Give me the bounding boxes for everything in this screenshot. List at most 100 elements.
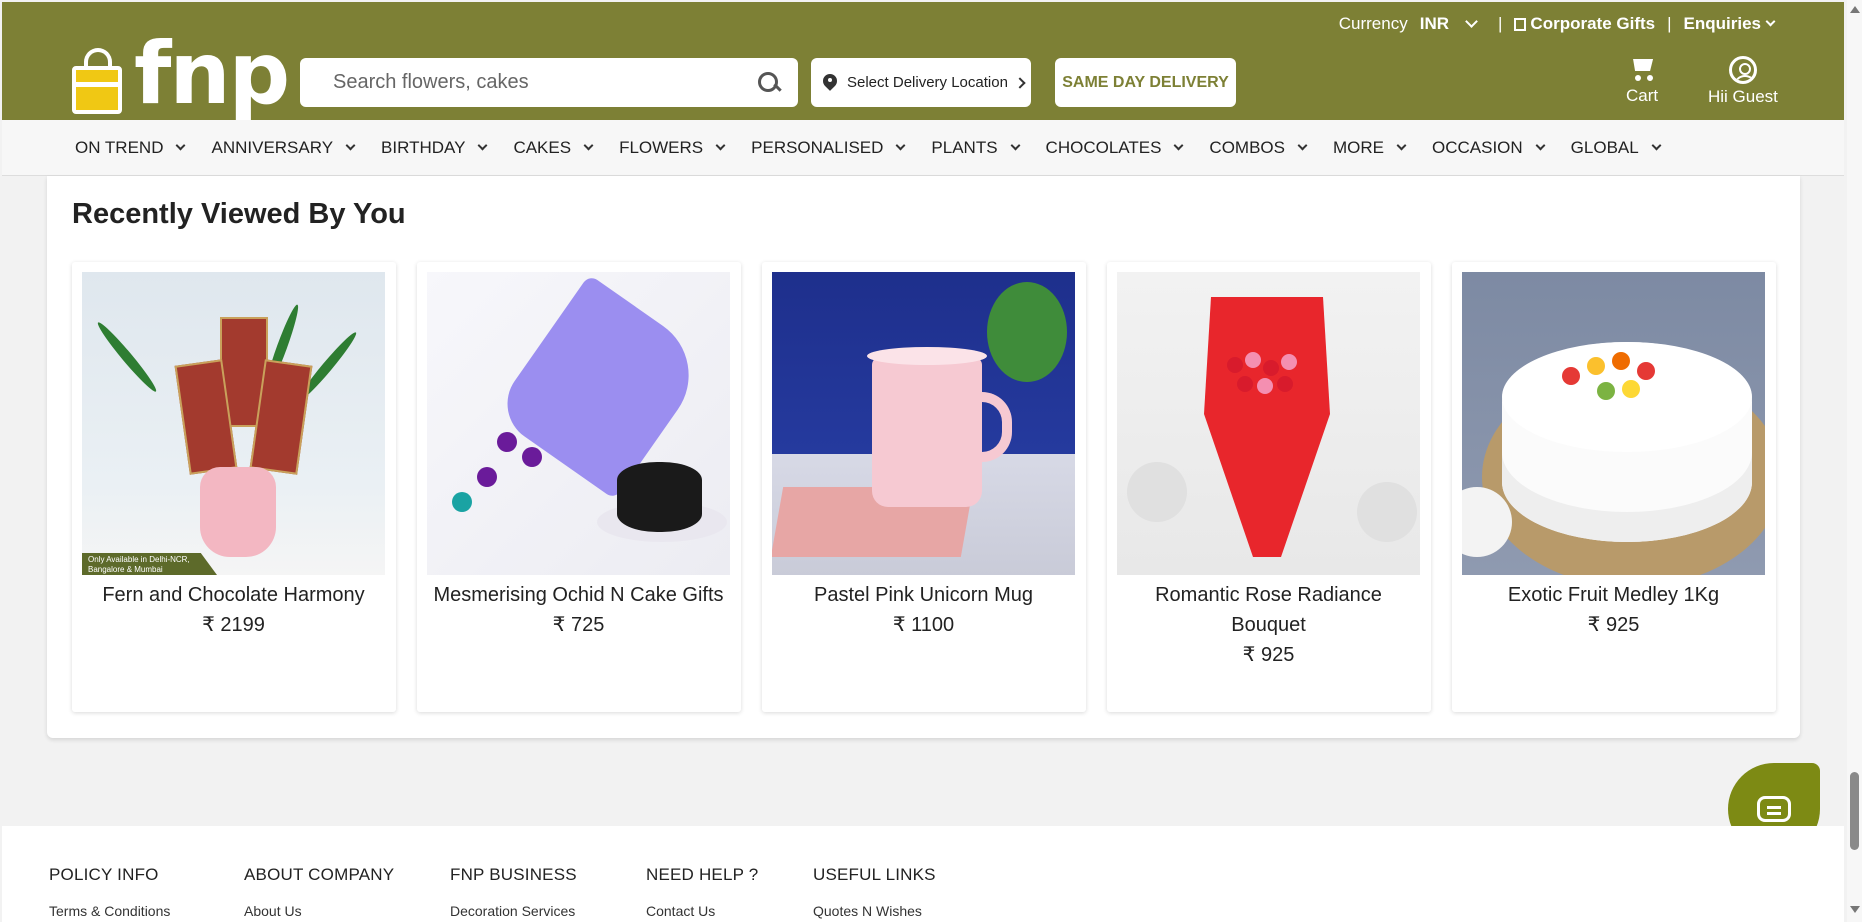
chevron-down-icon (1396, 140, 1407, 151)
product-price: ₹ 925 (1587, 614, 1640, 636)
product-image[interactable] (1117, 272, 1420, 575)
footer-link[interactable]: Decoration Services (450, 903, 577, 919)
product-card[interactable]: Exotic Fruit Medley 1Kg ₹ 925 (1452, 262, 1776, 712)
rose-flower (1281, 354, 1297, 370)
rose-flower (1257, 378, 1273, 394)
currency-label: Currency (1338, 14, 1408, 33)
nav-item-occasion[interactable]: OCCASION (1431, 137, 1546, 158)
product-info[interactable]: Mesmerising Ochid N Cake Gifts ₹ 725 (427, 580, 730, 640)
product-card[interactable]: Pastel Pink Unicorn Mug ₹ 1100 (762, 262, 1086, 712)
rose-flower (1227, 357, 1243, 373)
page-scrollbar[interactable] (1847, 0, 1862, 922)
nav-item-combos[interactable]: COMBOS (1209, 137, 1308, 158)
footer-column-useful: USEFUL LINKS Quotes N Wishes (813, 865, 936, 919)
search-icon[interactable] (756, 70, 782, 96)
product-price: ₹ 1100 (892, 614, 955, 636)
nav-item-global[interactable]: GLOBAL (1571, 138, 1662, 158)
fruit-piece (1597, 382, 1615, 400)
footer-heading: POLICY INFO (49, 865, 159, 884)
chevron-down-icon (1297, 140, 1308, 151)
chevron-down-icon (583, 140, 594, 151)
product-info[interactable]: Pastel Pink Unicorn Mug ₹ 1100 (772, 580, 1075, 640)
nav-item-plants[interactable]: PLANTS (931, 137, 1020, 158)
nav-item-cakes[interactable]: CAKES (513, 138, 594, 158)
nav-item-flowers[interactable]: FLOWERS (619, 137, 726, 158)
polka-cake (617, 462, 702, 532)
nav-label: FLOWERS (619, 137, 704, 157)
rose-flower (1277, 376, 1293, 392)
nav-label: ON TREND (75, 137, 164, 157)
product-image[interactable] (1462, 272, 1765, 575)
building-icon (1514, 17, 1527, 31)
footer-heading: FNP BUSINESS (450, 865, 577, 884)
product-card[interactable]: Only Available in Delhi-NCR, Bangalore &… (72, 262, 396, 712)
scroll-thumb[interactable] (1850, 772, 1859, 850)
same-day-delivery-button[interactable]: SAME DAY DELIVERY (1055, 58, 1236, 107)
location-label: Select Delivery Location (847, 74, 1008, 91)
footer-column-business: FNP BUSINESS Decoration Services (450, 865, 577, 919)
footer-link[interactable]: Terms & Conditions (49, 903, 170, 919)
product-info[interactable]: Romantic Rose Radiance Bouquet ₹ 925 (1117, 580, 1420, 670)
product-image[interactable]: Only Available in Delhi-NCR, Bangalore &… (82, 272, 385, 575)
product-card[interactable]: Mesmerising Ochid N Cake Gifts ₹ 725 (417, 262, 741, 712)
product-info[interactable]: Fern and Chocolate Harmony ₹ 2199 (82, 580, 385, 640)
footer-link[interactable]: Quotes N Wishes (813, 903, 936, 919)
footer-link[interactable]: Contact Us (646, 903, 758, 919)
product-name: Mesmerising Ochid N Cake Gifts (433, 584, 724, 606)
site-header: fnp Currency INR | Corporate Gifts | Enq… (2, 2, 1844, 124)
product-name: Romantic Rose Radiance Bouquet (1155, 584, 1382, 636)
product-image[interactable] (427, 272, 730, 575)
orchid-flower (477, 467, 497, 487)
corporate-gifts-link[interactable]: Corporate Gifts (1514, 14, 1655, 34)
enquiries-dropdown[interactable]: Enquiries (1683, 14, 1776, 34)
balloon-shape (1357, 482, 1417, 542)
footer-column-policy: POLICY INFO Terms & Conditions (49, 865, 170, 919)
currency-selector[interactable]: INR (1419, 14, 1478, 34)
chevron-down-icon (1010, 140, 1020, 151)
cart-icon (1628, 56, 1656, 82)
footer-link[interactable]: About Us (244, 903, 394, 919)
chevron-down-icon (895, 140, 906, 151)
nav-item-personalised[interactable]: PERSONALISED (751, 137, 906, 158)
product-price: ₹ 725 (552, 614, 605, 636)
rose-flower (1263, 360, 1279, 376)
unicorn-mug (872, 357, 982, 507)
select-delivery-location-button[interactable]: Select Delivery Location (811, 58, 1031, 107)
section-title: Recently Viewed By You (72, 198, 406, 230)
product-card[interactable]: Romantic Rose Radiance Bouquet ₹ 925 (1107, 262, 1431, 712)
nav-label: PLANTS (931, 137, 998, 157)
enquiries-label: Enquiries (1683, 14, 1761, 33)
nav-item-birthday[interactable]: BIRTHDAY (381, 138, 488, 158)
corporate-gifts-label: Corporate Gifts (1530, 14, 1656, 33)
chevron-down-icon (1173, 140, 1184, 151)
fnp-logo[interactable]: fnp (50, 24, 300, 124)
product-image[interactable] (772, 272, 1075, 575)
scroll-down-arrow-icon[interactable] (1850, 906, 1860, 913)
nav-label: COMBOS (1209, 137, 1285, 157)
scroll-up-arrow-icon[interactable] (1850, 6, 1860, 13)
cart-button[interactable]: Cart (1626, 56, 1658, 106)
separator: | (1498, 14, 1503, 33)
nav-item-on-trend[interactable]: ON TREND (75, 137, 186, 158)
product-info[interactable]: Exotic Fruit Medley 1Kg ₹ 925 (1462, 580, 1765, 640)
product-price: ₹ 2199 (202, 614, 265, 636)
nav-label: PERSONALISED (751, 137, 884, 157)
nav-item-chocolates[interactable]: CHOCOLATES (1046, 138, 1184, 158)
gift-box-icon (72, 66, 122, 114)
chevron-right-icon (1014, 76, 1026, 89)
search-input[interactable] (333, 71, 756, 94)
currency-value: INR (1419, 14, 1449, 33)
nav-item-more[interactable]: MORE (1333, 138, 1407, 158)
availability-badge: Only Available in Delhi-NCR, Bangalore &… (82, 553, 217, 575)
account-button[interactable]: Hii Guest (1708, 56, 1778, 107)
chevron-down-icon (1651, 140, 1662, 151)
product-name: Fern and Chocolate Harmony (102, 584, 365, 606)
rose-flower (1237, 376, 1253, 392)
site-footer: POLICY INFO Terms & Conditions ABOUT COM… (2, 826, 1844, 922)
chevron-down-icon (1535, 140, 1546, 151)
nav-item-anniversary[interactable]: ANNIVERSARY (211, 138, 356, 158)
red-bouquet-wrap (1204, 297, 1330, 557)
orchid-flower (497, 432, 517, 452)
footer-column-about: ABOUT COMPANY About Us (244, 865, 394, 919)
nav-label: OCCASION (1431, 137, 1523, 157)
